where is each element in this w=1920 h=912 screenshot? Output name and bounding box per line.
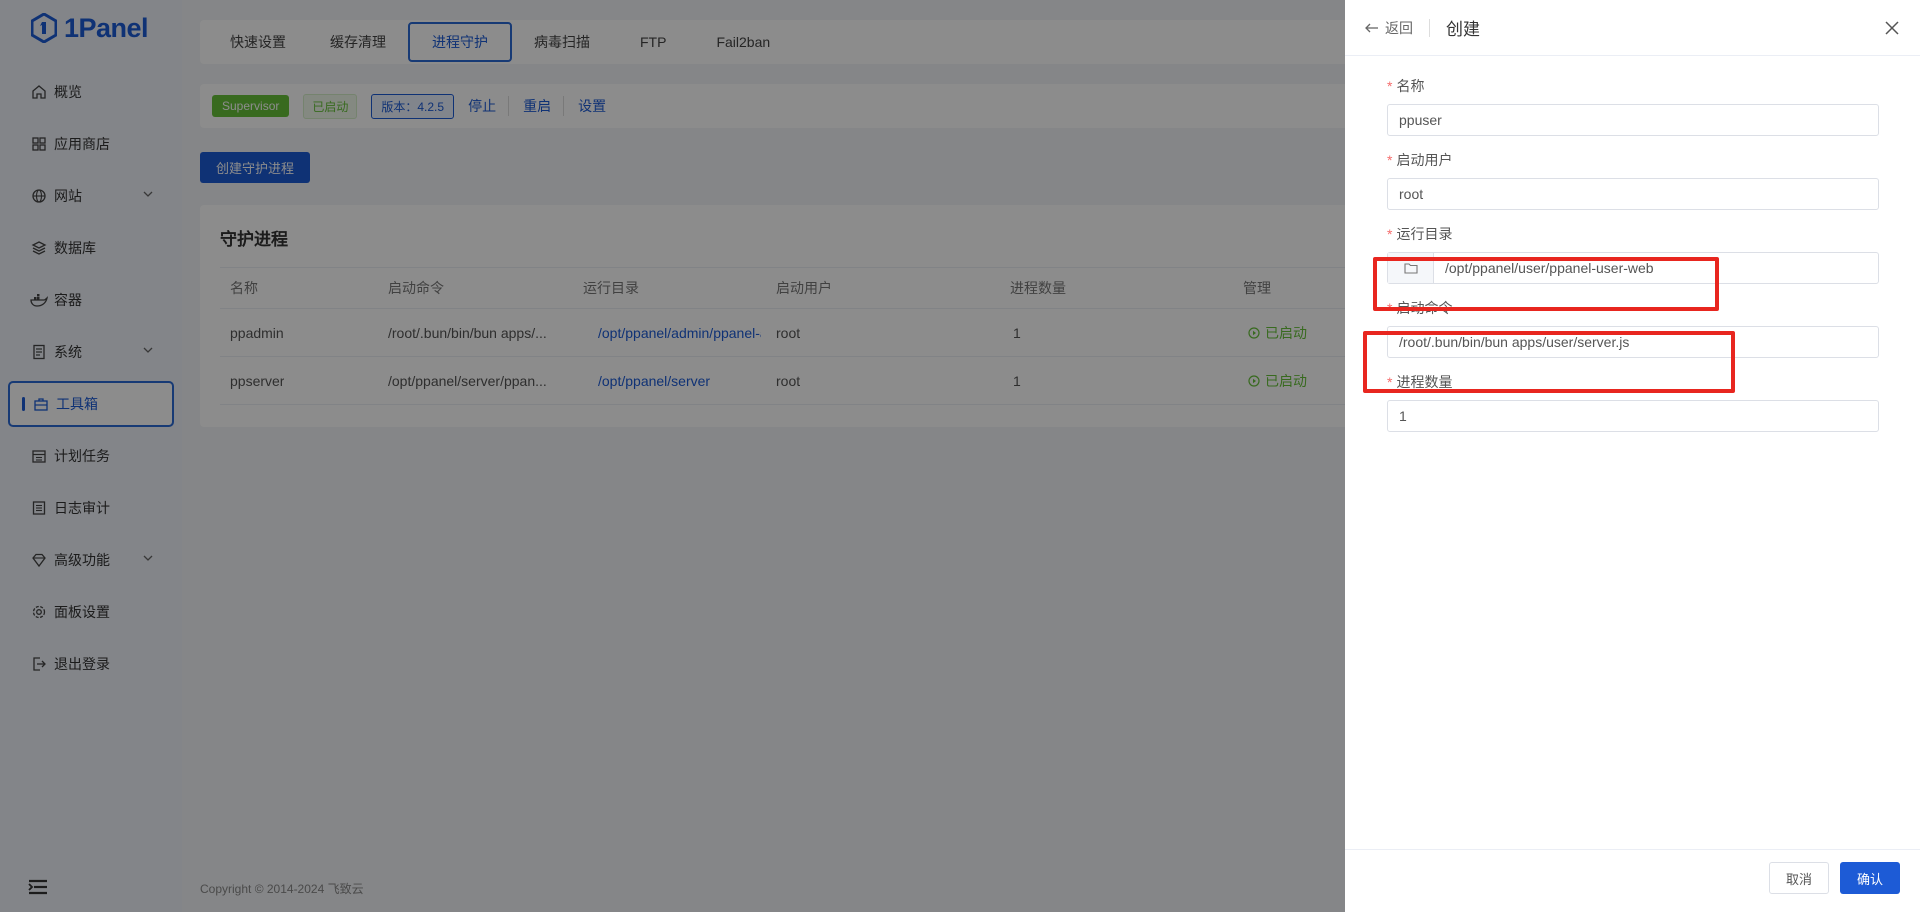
- arrow-left-icon: [1365, 23, 1378, 32]
- back-button[interactable]: 返回: [1365, 18, 1430, 37]
- name-input[interactable]: ppuser: [1387, 104, 1879, 136]
- create-drawer: 返回 创建 * 名称 ppuser * 启动用户 root * 运行目录 /opt/p…: [1345, 0, 1920, 912]
- modal-overlay[interactable]: [0, 0, 1345, 912]
- highlight-box-command: [1363, 331, 1735, 393]
- cancel-button[interactable]: 取消: [1769, 862, 1829, 894]
- field-user: * 启动用户 root: [1387, 150, 1879, 210]
- field-label: * 启动用户: [1387, 152, 1453, 168]
- close-icon[interactable]: [1884, 20, 1900, 36]
- confirm-button[interactable]: 确认: [1840, 862, 1900, 894]
- highlight-box-run-dir: [1373, 257, 1719, 311]
- drawer-header: 返回 创建: [1345, 0, 1920, 56]
- user-input[interactable]: root: [1387, 178, 1879, 210]
- drawer-title: 创建: [1446, 20, 1480, 39]
- field-name: * 名称 ppuser: [1387, 76, 1879, 136]
- drawer-footer: 取消 确认: [1345, 849, 1920, 912]
- process-count-input[interactable]: 1: [1387, 400, 1879, 432]
- back-label: 返回: [1385, 19, 1413, 36]
- field-label: * 名称: [1387, 78, 1425, 94]
- field-label: * 运行目录: [1387, 226, 1453, 242]
